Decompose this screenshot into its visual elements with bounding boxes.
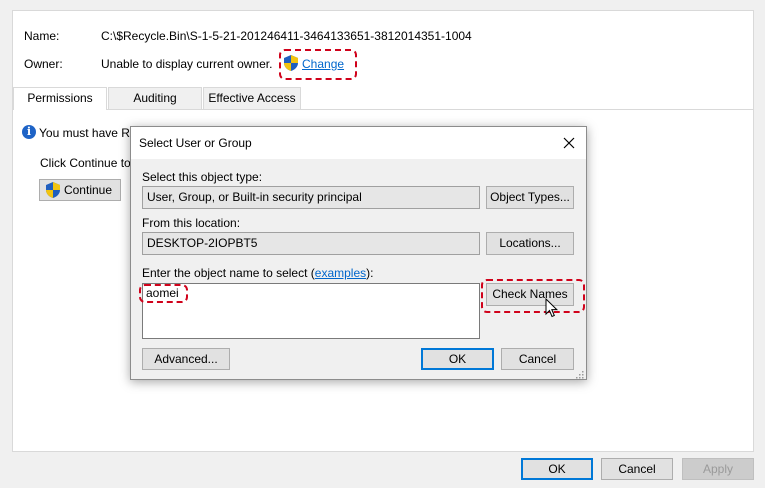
- owner-value: Unable to display current owner.: [101, 57, 273, 71]
- object-name-input[interactable]: aomei: [142, 283, 480, 339]
- dialog-titlebar[interactable]: Select User or Group: [131, 127, 586, 159]
- object-name-text: aomei: [146, 286, 179, 300]
- tab-effective-access[interactable]: Effective Access: [203, 87, 301, 109]
- tab-label: Effective Access: [208, 91, 296, 105]
- dialog-cancel-button[interactable]: Cancel: [501, 348, 574, 370]
- tab-strip: Permissions Auditing Effective Access: [13, 87, 753, 110]
- dialog-ok-button[interactable]: OK: [421, 348, 494, 370]
- object-type-label: Select this object type:: [142, 170, 263, 184]
- footer-ok-button[interactable]: OK: [521, 458, 593, 480]
- continue-button[interactable]: Continue: [39, 179, 121, 201]
- location-label: From this location:: [142, 216, 241, 230]
- name-value: C:\$Recycle.Bin\S-1-5-21-201246411-34641…: [101, 29, 472, 43]
- tab-label: Auditing: [133, 91, 177, 105]
- object-types-button[interactable]: Object Types...: [486, 186, 574, 209]
- uac-shield-icon: [46, 182, 60, 198]
- info-icon: i: [22, 125, 36, 139]
- tab-label: Permissions: [27, 91, 93, 105]
- continue-button-label: Continue: [63, 183, 113, 197]
- footer-cancel-button[interactable]: Cancel: [601, 458, 673, 480]
- permission-notice: You must have Re: [39, 126, 137, 140]
- location-field: DESKTOP-2IOPBT5: [142, 232, 480, 255]
- locations-button[interactable]: Locations...: [486, 232, 574, 255]
- check-names-button[interactable]: Check Names: [486, 283, 574, 306]
- advanced-button[interactable]: Advanced...: [142, 348, 230, 370]
- examples-link[interactable]: examples: [315, 266, 366, 280]
- footer-apply-button[interactable]: Apply: [682, 458, 754, 480]
- select-user-or-group-dialog: Select User or Group Select this object …: [130, 126, 587, 380]
- uac-shield-icon: [284, 55, 298, 71]
- tab-permissions[interactable]: Permissions: [13, 87, 107, 110]
- owner-label: Owner:: [24, 57, 63, 71]
- resize-grip-icon[interactable]: [575, 368, 584, 379]
- object-name-label: Enter the object name to select (example…: [142, 266, 373, 280]
- dialog-title: Select User or Group: [139, 136, 252, 150]
- mouse-cursor-icon: [545, 297, 559, 318]
- close-icon[interactable]: [561, 135, 577, 151]
- object-name-label-suffix: ):: [366, 266, 374, 280]
- change-owner-link[interactable]: Change: [302, 57, 344, 71]
- name-label: Name:: [24, 29, 60, 43]
- object-name-label-prefix: Enter the object name to select (: [142, 266, 315, 280]
- tab-auditing[interactable]: Auditing: [108, 87, 202, 109]
- object-type-field: User, Group, or Built-in security princi…: [142, 186, 480, 209]
- continue-prompt: Click Continue to: [40, 156, 131, 170]
